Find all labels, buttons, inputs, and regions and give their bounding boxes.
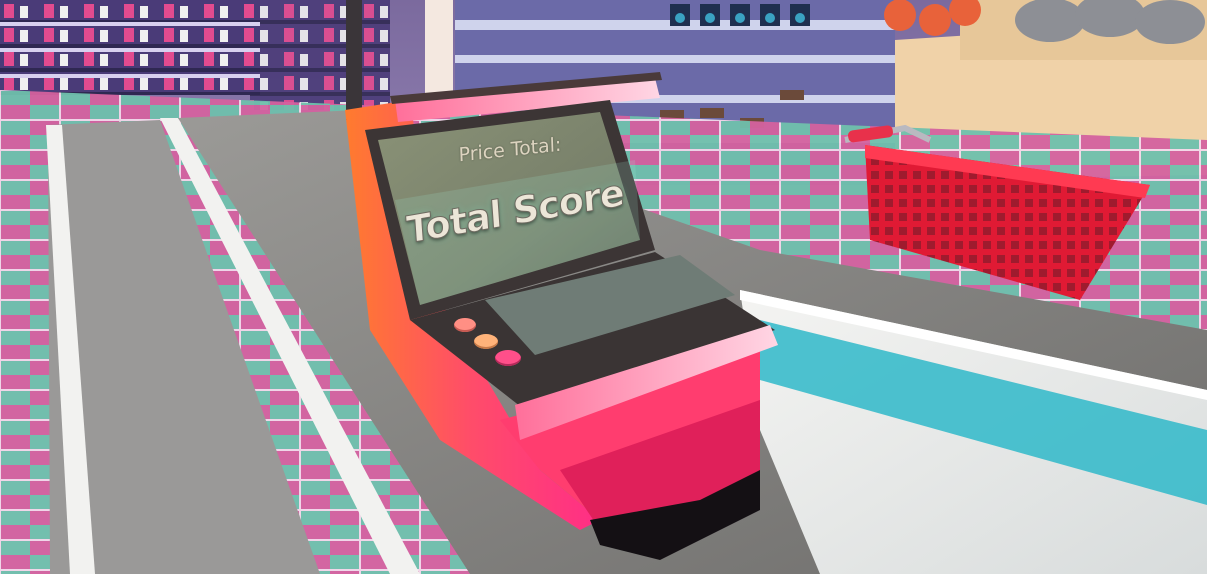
register-button-1[interactable] — [454, 318, 476, 332]
register-button-3[interactable] — [495, 350, 521, 366]
register-pole — [346, 0, 362, 120]
store-pillar — [425, 0, 453, 105]
register-button-2[interactable] — [474, 334, 498, 349]
game-scene — [0, 0, 1207, 574]
